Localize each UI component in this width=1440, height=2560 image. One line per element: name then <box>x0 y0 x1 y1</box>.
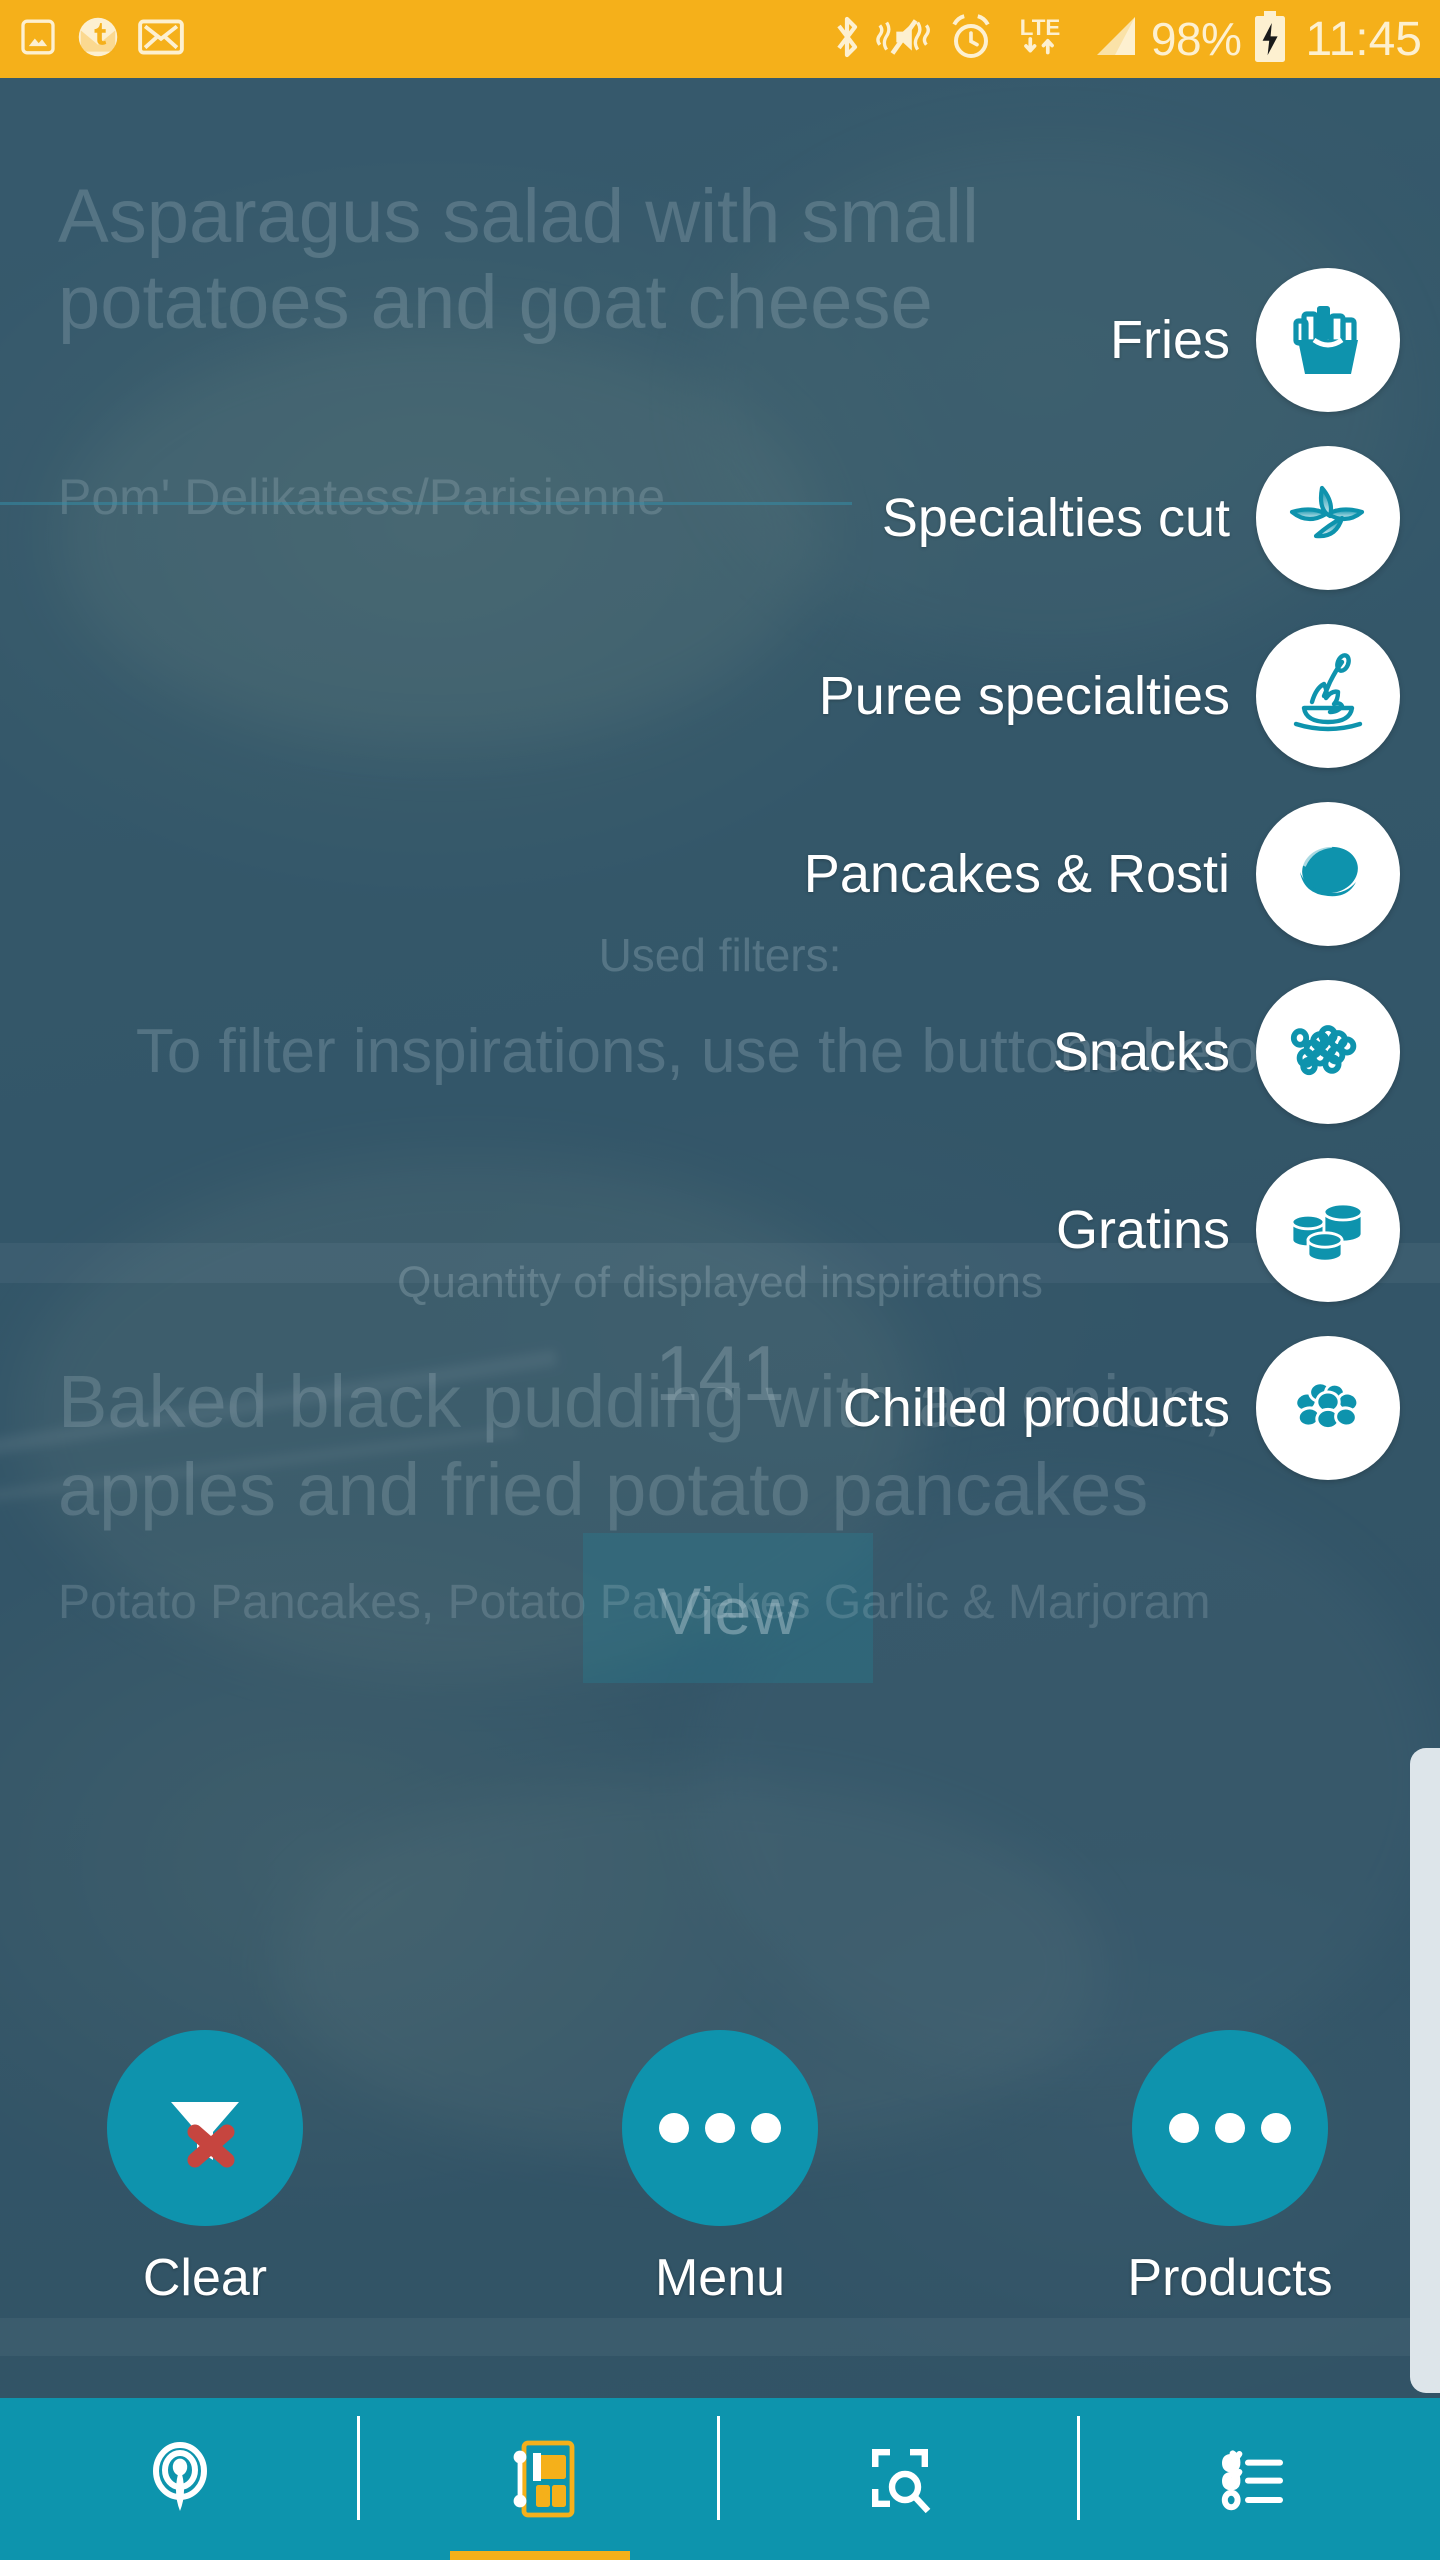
filter-label: Chilled products <box>842 1378 1230 1438</box>
bluetooth-icon <box>831 13 863 66</box>
potato-cluster-icon <box>1256 1336 1400 1480</box>
filter-item-fries[interactable]: Fries <box>1110 268 1400 412</box>
products-button-circle <box>1132 2030 1328 2226</box>
status-bar-left-icons <box>18 15 184 64</box>
ellipsis-icon <box>659 2113 781 2143</box>
fries-icon <box>1256 268 1400 412</box>
action-button-row: Clear Menu Products <box>0 2030 1440 2370</box>
filter-item-snacks[interactable]: Snacks <box>1053 980 1400 1124</box>
inspirations-grid-icon <box>496 2435 584 2523</box>
checklist-icon <box>1214 2435 1306 2523</box>
signal-bars-icon <box>1087 13 1139 66</box>
mail-icon <box>138 17 184 62</box>
onion-rings-icon <box>1256 980 1400 1124</box>
ellipsis-icon <box>1169 2113 1291 2143</box>
vertical-scrollbar[interactable] <box>1410 1748 1440 2393</box>
status-bar-right-icons: LTE 98% 11:45 <box>831 10 1422 69</box>
status-bar: LTE 98% 11:45 <box>0 0 1440 78</box>
nav-item-checklist[interactable] <box>1080 2398 1440 2560</box>
menu-button-label: Menu <box>654 2249 786 2307</box>
bottom-navigation-bar <box>0 2398 1440 2560</box>
filter-item-pancakes-rosti[interactable]: Pancakes & Rosti <box>804 802 1400 946</box>
battery-charging-icon <box>1253 10 1287 69</box>
filter-label: Fries <box>1110 310 1230 370</box>
filter-item-specialties-cut[interactable]: Specialties cut <box>882 446 1400 590</box>
nav-active-indicator <box>450 2551 630 2560</box>
clear-button-circle <box>107 2030 303 2226</box>
pancake-rosti-icon <box>1256 802 1400 946</box>
filter-item-puree-specialties[interactable]: Puree specialties <box>819 624 1400 768</box>
filter-item-gratins[interactable]: Gratins <box>1056 1158 1400 1302</box>
nav-item-inspirations[interactable] <box>360 2398 720 2560</box>
menu-button-circle <box>622 2030 818 2226</box>
battery-percent-label: 98% <box>1150 13 1242 65</box>
vibrate-mute-icon <box>875 15 937 64</box>
gratin-cylinders-icon <box>1256 1158 1400 1302</box>
puree-bowl-spoon-icon <box>1256 624 1400 768</box>
filter-clear-icon <box>153 2074 257 2183</box>
filter-label: Pancakes & Rosti <box>803 844 1230 904</box>
menu-button[interactable]: Menu <box>595 2030 845 2308</box>
filter-label: Puree specialties <box>818 666 1230 726</box>
lte-indicator: LTE <box>1005 13 1075 66</box>
qr-scan-icon <box>856 2435 944 2523</box>
products-button-label: Products <box>1127 2249 1333 2307</box>
nav-item-scan[interactable] <box>720 2398 1080 2560</box>
beacon-icon <box>136 2435 224 2523</box>
alarm-icon <box>949 13 993 65</box>
filter-item-chilled-products[interactable]: Chilled products <box>843 1336 1400 1480</box>
image-icon <box>18 16 58 63</box>
clock-label: 11:45 <box>1305 12 1422 66</box>
filter-label: Specialties cut <box>881 488 1230 548</box>
nav-item-beacon[interactable] <box>0 2398 360 2560</box>
clear-button[interactable]: Clear <box>80 2030 330 2308</box>
filter-label: Snacks <box>1052 1022 1230 1082</box>
svg-text:LTE: LTE <box>1020 15 1061 40</box>
potato-wedges-icon <box>1256 446 1400 590</box>
filter-label: Gratins <box>1055 1200 1230 1260</box>
tumblr-envelope-icon <box>76 15 120 64</box>
clear-button-label: Clear <box>142 2249 268 2307</box>
products-button[interactable]: Products <box>1105 2030 1355 2308</box>
